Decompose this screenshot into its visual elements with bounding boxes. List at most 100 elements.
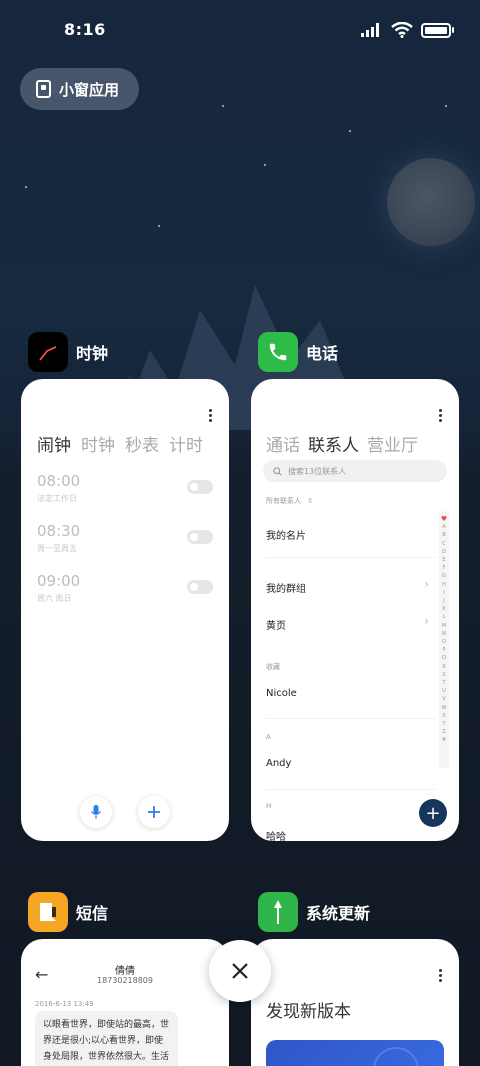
alphabet-index-letter[interactable]: N: [442, 630, 446, 638]
tab-service-hall[interactable]: 营业厅: [367, 431, 418, 456]
alphabet-index-letter[interactable]: L: [443, 613, 446, 621]
phone-tabs: 通话 联系人 营业厅: [266, 431, 418, 456]
tab-alarm[interactable]: 闹钟: [37, 431, 71, 456]
alphabet-index-letter[interactable]: W: [442, 704, 447, 712]
alphabet-index-letter[interactable]: A: [442, 523, 445, 531]
star-decoration: [445, 105, 447, 107]
my-card-item[interactable]: 我的名片: [266, 527, 306, 542]
clock-app-card[interactable]: 闹钟 时钟 秒表 计时 08:00 法定工作日 08:30 周一至周五 09:0…: [21, 379, 229, 841]
more-options-icon[interactable]: [439, 969, 443, 982]
chevron-right-icon: ›: [424, 577, 429, 591]
alphabet-index-letter[interactable]: I: [443, 589, 444, 597]
contact-search-input[interactable]: 搜索13位联系人: [263, 460, 447, 482]
search-placeholder: 搜索13位联系人: [288, 466, 347, 476]
alphabet-index[interactable]: ♥ A B C D E F G H I J K L M N O P Q R S T U V W X Y Z #: [439, 511, 449, 769]
update-version-banner: [266, 1040, 444, 1066]
back-arrow-icon[interactable]: ←: [35, 965, 48, 984]
contact-item[interactable]: Nicole: [266, 688, 297, 699]
my-groups-item[interactable]: 我的群组: [266, 580, 306, 595]
update-headline: 发现新版本: [266, 1002, 351, 1022]
update-app-card[interactable]: 发现新版本: [251, 939, 459, 1066]
alarm-toggle[interactable]: [187, 530, 213, 544]
alphabet-index-letter[interactable]: #: [442, 736, 446, 744]
add-contact-button[interactable]: +: [419, 799, 447, 827]
floating-window-button[interactable]: 小窗应用: [20, 68, 139, 110]
alarm-item[interactable]: 09:00 周六 周日: [37, 572, 213, 604]
contact-item[interactable]: Andy: [266, 758, 291, 769]
banner-decoration: [373, 1047, 419, 1066]
yellow-pages-item[interactable]: 黄页: [266, 617, 286, 632]
alphabet-index-letter[interactable]: H: [442, 581, 446, 589]
heart-icon[interactable]: ♥: [441, 515, 447, 523]
clear-all-button[interactable]: [209, 940, 271, 1002]
alphabet-index-letter[interactable]: U: [442, 687, 446, 695]
alarm-repeat: 法定工作日: [37, 494, 77, 503]
tab-clock[interactable]: 时钟: [81, 431, 115, 456]
floating-window-icon: [36, 80, 51, 98]
alphabet-index-letter[interactable]: E: [442, 556, 445, 564]
alarm-item[interactable]: 08:30 周一至周五: [37, 522, 213, 554]
messages-app-title: 短信: [76, 904, 109, 923]
phone-app-title: 电话: [306, 344, 339, 363]
alphabet-index-letter[interactable]: T: [442, 679, 445, 687]
message-timestamp: 2016-6-13 13:49: [35, 1000, 94, 1008]
more-options-icon[interactable]: [209, 409, 213, 422]
alphabet-index-letter[interactable]: C: [442, 540, 446, 548]
section-header: A: [266, 733, 271, 741]
status-bar: 8:16: [0, 0, 480, 60]
star-decoration: [222, 105, 224, 107]
moon-decoration: [387, 158, 475, 246]
alphabet-index-letter[interactable]: M: [442, 622, 446, 630]
alphabet-index-letter[interactable]: F: [443, 564, 446, 572]
alphabet-index-letter[interactable]: G: [442, 572, 446, 580]
phone-app-header[interactable]: 电话: [258, 332, 338, 372]
alphabet-letters[interactable]: A B C D E F G H I J K L M N O P Q R S T U V W X Y Z #: [442, 523, 447, 744]
alphabet-index-letter[interactable]: X: [442, 712, 445, 720]
section-header: H: [266, 802, 272, 810]
tab-calls[interactable]: 通话: [266, 431, 300, 456]
alarm-repeat: 周一至周五: [37, 544, 77, 553]
message-bubble[interactable]: 以眼看世界，即使站的最高，世界还是很小;以心看世界，即使身处局限，世界依然很大。…: [35, 1011, 178, 1066]
update-app-title: 系统更新: [306, 904, 371, 923]
messages-app-card[interactable]: ← 倩倩 18730218809 2016-6-13 13:49 以眼看世界，即…: [21, 939, 229, 1066]
contact-item[interactable]: 哈哈: [266, 828, 286, 841]
phone-app-card[interactable]: 通话 联系人 营业厅 搜索13位联系人 所有联系人 ⇳ 我的名片 我的群组 › …: [251, 379, 459, 841]
tab-stopwatch[interactable]: 秒表: [125, 431, 159, 456]
alphabet-index-letter[interactable]: Y: [442, 720, 445, 728]
clock-app-header[interactable]: 时钟: [28, 332, 108, 372]
conversation-contact-number: 18730218809: [97, 976, 153, 985]
contact-filter-dropdown[interactable]: 所有联系人 ⇳: [266, 496, 313, 506]
battery-icon: [421, 22, 454, 38]
alarm-toggle[interactable]: [187, 580, 213, 594]
clock-app-title: 时钟: [76, 344, 109, 363]
alphabet-index-letter[interactable]: Q: [442, 654, 446, 662]
alphabet-index-letter[interactable]: V: [442, 695, 445, 703]
tab-contacts[interactable]: 联系人: [308, 431, 359, 456]
microphone-icon: [90, 805, 102, 819]
star-decoration: [158, 225, 160, 227]
more-options-icon[interactable]: [439, 409, 443, 422]
voice-alarm-button[interactable]: [80, 796, 112, 828]
alarm-toggle[interactable]: [187, 480, 213, 494]
alphabet-index-letter[interactable]: O: [442, 638, 446, 646]
chevron-right-icon: ›: [424, 614, 429, 628]
wifi-icon: [391, 22, 413, 38]
alphabet-index-letter[interactable]: K: [442, 605, 445, 613]
status-time: 8:16: [64, 20, 106, 39]
alphabet-index-letter[interactable]: S: [442, 671, 445, 679]
alphabet-index-letter[interactable]: P: [442, 646, 445, 654]
add-alarm-button[interactable]: [138, 796, 170, 828]
favorites-header: 收藏: [266, 663, 280, 671]
messages-app-header[interactable]: 短信: [28, 892, 108, 932]
alarm-item[interactable]: 08:00 法定工作日: [37, 472, 213, 504]
messages-app-icon: [28, 892, 68, 932]
alphabet-index-letter[interactable]: J: [443, 597, 444, 605]
alphabet-index-letter[interactable]: R: [442, 663, 445, 671]
tab-timer[interactable]: 计时: [169, 431, 203, 456]
alphabet-index-letter[interactable]: Z: [442, 728, 445, 736]
divider: [266, 557, 435, 558]
alphabet-index-letter[interactable]: B: [442, 531, 445, 539]
phone-app-icon: [258, 332, 298, 372]
update-app-header[interactable]: 系统更新: [258, 892, 370, 932]
alphabet-index-letter[interactable]: D: [442, 548, 446, 556]
